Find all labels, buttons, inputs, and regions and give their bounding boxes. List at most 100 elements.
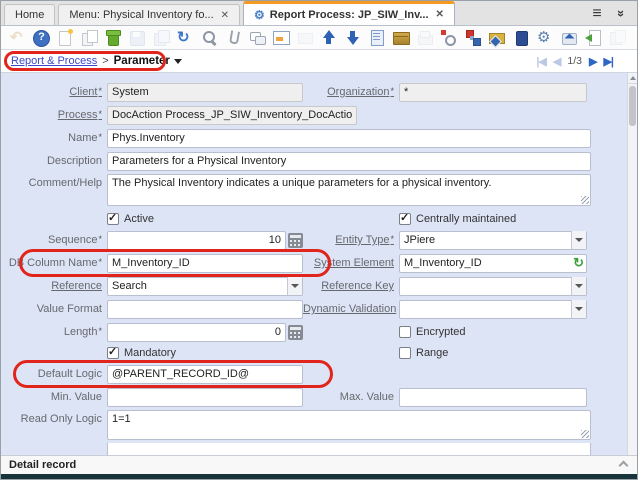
help-icon[interactable] [32, 29, 50, 46]
default-logic-input[interactable] [107, 365, 303, 384]
client-label[interactable]: Client [3, 86, 107, 98]
organization-input[interactable] [399, 83, 587, 102]
tab-menu-physical-inventory[interactable]: Menu: Physical Inventory fo... ✕ [58, 4, 240, 25]
scroll-up-arrow-icon[interactable] [628, 73, 637, 84]
db-column-name-input[interactable] [107, 254, 303, 273]
resize-grip-icon[interactable] [581, 430, 589, 438]
range-checkbox[interactable] [399, 347, 411, 359]
read-only-logic-textarea[interactable]: 1=1 [107, 410, 591, 440]
reference-input[interactable] [107, 277, 303, 296]
dropdown-arrow-icon[interactable] [287, 277, 302, 295]
record-position: 1/3 [567, 55, 582, 67]
find-icon[interactable] [200, 29, 218, 46]
collapse-all-icon[interactable]: » [614, 9, 629, 16]
dropdown-arrow-icon[interactable] [571, 231, 586, 249]
system-element-input[interactable] [399, 254, 587, 273]
tab-home-label: Home [15, 9, 44, 21]
chat-icon[interactable] [248, 29, 266, 46]
reference-label[interactable]: Reference [3, 280, 107, 292]
name-input[interactable] [107, 129, 591, 148]
product-info-icon[interactable] [512, 29, 530, 46]
tab-report-process-label: Report Process: JP_SIW_Inv... [270, 9, 429, 21]
min-value-label: Min. Value [3, 391, 107, 403]
dynamic-validation-input[interactable] [399, 300, 587, 319]
process-icon[interactable] [536, 29, 554, 46]
last-record-button[interactable]: ▶| [603, 55, 613, 68]
row-default-logic: Default Logic [3, 364, 625, 384]
row-process: Process [3, 105, 625, 125]
detail-record-label: Detail record [9, 459, 76, 471]
attachment-icon[interactable] [224, 29, 242, 46]
client-input[interactable] [107, 83, 303, 102]
mandatory-checkbox[interactable] [107, 347, 119, 359]
report-icon[interactable] [368, 29, 386, 46]
detail-record-bar[interactable]: Detail record [1, 455, 637, 474]
value-format-input[interactable] [107, 300, 303, 319]
breadcrumb-root-link[interactable]: Report & Process [11, 55, 97, 67]
centrally-maintained-checkbox[interactable] [399, 213, 411, 225]
row-active-centrally: Active Centrally maintained [3, 211, 625, 227]
process-label[interactable]: Process [3, 109, 107, 121]
resize-grip-icon[interactable] [581, 196, 589, 204]
dropdown-arrow-icon[interactable] [571, 277, 586, 295]
scrollbar-thumb[interactable] [629, 86, 636, 126]
bottom-strip [1, 474, 637, 480]
first-record-button: |◀ [536, 55, 546, 68]
request-icon[interactable] [488, 29, 506, 46]
sync-refresh-icon[interactable]: ↻ [573, 254, 584, 271]
reference-key-label[interactable]: Reference Key [303, 280, 399, 292]
file-import-icon[interactable] [584, 29, 602, 46]
max-value-label: Max. Value [303, 391, 399, 403]
dropdown-arrow-icon[interactable] [571, 300, 586, 318]
min-value-input[interactable] [107, 388, 303, 407]
close-icon[interactable]: ✕ [436, 9, 444, 20]
dynamic-validation-label[interactable]: Dynamic Validation [303, 303, 399, 315]
active-label: Active [124, 213, 154, 225]
menu-icon[interactable]: ≡ [592, 1, 601, 26]
tabbar-right-controls: ≡ » [580, 1, 637, 25]
workflow-icon[interactable] [464, 29, 482, 46]
close-icon[interactable]: ✕ [221, 10, 229, 21]
mandatory-label: Mandatory [124, 347, 176, 359]
copy-record-icon[interactable] [80, 29, 98, 46]
description-input[interactable] [107, 152, 591, 171]
chevron-up-icon[interactable] [619, 460, 629, 470]
name-label: Name [3, 132, 107, 144]
ignore-changes-icon [8, 29, 26, 46]
length-label: Length [3, 326, 107, 338]
length-input[interactable] [107, 323, 286, 342]
default-logic-label: Default Logic [3, 368, 107, 380]
tab-home[interactable]: Home [4, 4, 55, 25]
vertical-scrollbar[interactable] [627, 73, 637, 455]
save-icon [128, 29, 146, 46]
calculator-icon[interactable] [288, 325, 303, 340]
organization-label[interactable]: Organization [303, 86, 399, 98]
sequence-label: Sequence [3, 234, 107, 246]
new-record-icon[interactable] [56, 29, 74, 46]
max-value-input[interactable] [399, 388, 587, 407]
tab-report-process[interactable]: ⚙ Report Process: JP_SIW_Inv... ✕ [243, 1, 455, 25]
process-input[interactable] [107, 106, 357, 125]
entity-type-label[interactable]: Entity Type [303, 234, 399, 246]
row-mandatory-range: Mandatory Range [3, 345, 625, 361]
breadcrumb-separator: > [102, 55, 108, 67]
export-icon[interactable] [560, 29, 578, 46]
breadcrumb-current-tab[interactable]: Parameter [114, 55, 182, 67]
parent-record-icon[interactable] [320, 29, 338, 46]
active-checkbox[interactable] [107, 213, 119, 225]
detail-record-icon[interactable] [344, 29, 362, 46]
system-element-label[interactable]: System Element [303, 257, 399, 269]
refresh-icon[interactable] [176, 29, 194, 46]
reference-key-input[interactable] [399, 277, 587, 296]
calculator-icon[interactable] [288, 233, 303, 248]
sequence-input[interactable] [107, 231, 286, 250]
toggle-grid-icon[interactable] [272, 29, 290, 46]
csv-export-icon[interactable] [440, 29, 458, 46]
clipped-input[interactable] [107, 443, 591, 455]
next-record-button[interactable]: ▶ [589, 55, 596, 68]
archive-icon[interactable] [392, 29, 410, 46]
encrypted-checkbox[interactable] [399, 326, 411, 338]
delete-record-icon[interactable] [104, 29, 122, 46]
entity-type-input[interactable] [399, 231, 587, 250]
comment-help-textarea[interactable]: The Physical Inventory indicates a uniqu… [107, 174, 591, 206]
